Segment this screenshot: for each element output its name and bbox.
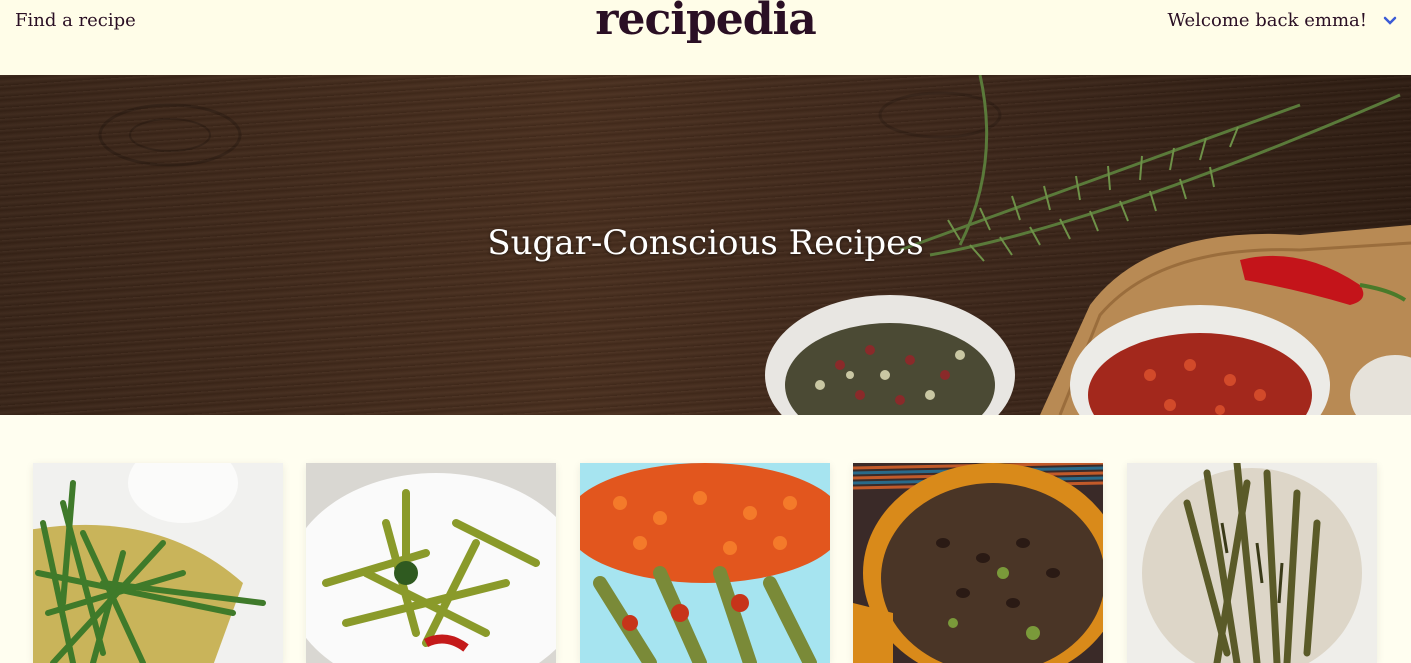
recipe-image [1127,463,1377,663]
hero-title: Sugar-Conscious Recipes [487,223,924,263]
recipe-image [853,463,1103,663]
recipe-image [33,463,283,663]
recipe-card-pickled-beans-bowl[interactable] [306,463,556,663]
recipe-card-black-beans-pot[interactable] [853,463,1103,663]
hero-banner: Sugar-Conscious Recipes [0,75,1411,415]
recipe-card-beans-tomato-sauce[interactable] [580,463,830,663]
recipe-card-roasted-green-beans[interactable] [1127,463,1377,663]
recipe-image [580,463,830,663]
user-menu[interactable]: Welcome back emma! [1167,10,1397,31]
top-header: Find a recipe recipedia Welcome back emm… [0,0,1411,75]
recipe-card-green-beans-colander[interactable] [33,463,283,663]
chevron-down-icon[interactable] [1383,16,1397,26]
recipe-image [306,463,556,663]
welcome-message: Welcome back emma! [1167,10,1367,31]
